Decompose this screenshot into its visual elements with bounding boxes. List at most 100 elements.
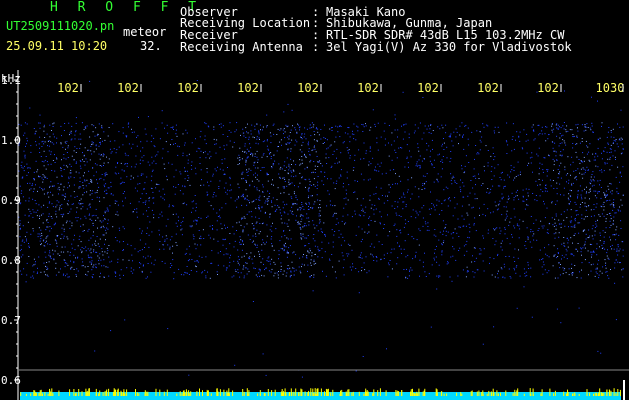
- y-tick-label: 0.6: [1, 374, 21, 387]
- noise-pixel: [414, 186, 416, 188]
- noise-pixel: [290, 175, 292, 177]
- noise-pixel: [200, 244, 202, 246]
- noise-pixel: [589, 143, 591, 145]
- noise-pixel: [422, 175, 424, 177]
- noise-pixel: [56, 242, 58, 244]
- noise-pixel: [503, 179, 505, 181]
- noise-pixel: [296, 132, 298, 134]
- noise-pixel: [237, 272, 239, 274]
- noise-pixel: [241, 204, 243, 206]
- x-tick-label: 102: [117, 81, 139, 95]
- noise-pixel: [122, 193, 124, 194]
- noise-pixel: [70, 267, 72, 269]
- noise-pixel: [80, 225, 82, 227]
- noise-pixel: [559, 133, 561, 134]
- noise-pixel: [200, 217, 202, 219]
- noise-pixel: [570, 226, 572, 228]
- noise-pixel: [516, 223, 518, 225]
- noise-pixel: [452, 255, 454, 257]
- noise-pixel: [239, 264, 240, 266]
- noise-pixel: [294, 185, 295, 187]
- noise-pixel: [592, 179, 594, 181]
- noise-pixel: [301, 214, 303, 216]
- noise-pixel: [447, 231, 449, 233]
- noise-pixel: [195, 138, 196, 140]
- noise-pixel: [307, 189, 309, 191]
- bottom-mark: [358, 391, 360, 396]
- noise-pixel: [233, 275, 235, 277]
- noise-pixel: [46, 220, 48, 222]
- noise-pixel: [198, 217, 200, 218]
- noise-pixel: [176, 135, 178, 137]
- noise-pixel: [92, 131, 94, 133]
- noise-pixel: [150, 141, 152, 143]
- noise-pixel: [352, 266, 354, 268]
- noise-pixel: [169, 246, 171, 248]
- bottom-mark: [423, 390, 425, 396]
- noise-pixel: [253, 200, 255, 202]
- noise-pixel: [440, 176, 442, 178]
- noise-pixel: [405, 277, 407, 279]
- noise-pixel: [169, 248, 171, 250]
- noise-pixel: [92, 167, 94, 169]
- noise-pixel: [309, 181, 311, 183]
- noise-pixel: [325, 275, 327, 277]
- noise-pixel: [554, 218, 556, 220]
- noise-pixel: [142, 265, 144, 267]
- noise-pixel: [250, 130, 252, 132]
- noise-pixel: [52, 206, 54, 208]
- noise-pixel: [86, 125, 88, 127]
- noise-pixel: [20, 165, 22, 166]
- bottom-mark: [491, 393, 493, 396]
- noise-pixel: [435, 256, 437, 258]
- noise-pixel: [243, 226, 245, 228]
- noise-pixel: [310, 159, 312, 161]
- noise-pixel: [547, 232, 549, 234]
- noise-pixel: [269, 213, 271, 215]
- noise-pixel: [597, 263, 599, 265]
- noise-pixel: [56, 245, 58, 247]
- noise-pixel: [111, 151, 113, 153]
- noise-pixel: [91, 257, 93, 259]
- noise-pixel: [558, 145, 560, 147]
- noise-pixel: [487, 165, 489, 167]
- noise-pixel: [475, 247, 476, 249]
- noise-pixel: [92, 277, 94, 279]
- noise-pixel: [349, 155, 351, 157]
- noise-pixel: [80, 138, 82, 140]
- noise-pixel: [288, 181, 290, 183]
- noise-pixel: [433, 204, 434, 206]
- noise-pixel: [110, 330, 112, 332]
- noise-pixel: [312, 238, 314, 240]
- noise-pixel: [240, 134, 241, 136]
- noise-pixel: [459, 226, 461, 228]
- noise-pixel: [97, 243, 99, 245]
- noise-pixel: [100, 154, 102, 156]
- noise-pixel: [361, 210, 363, 211]
- noise-pixel: [308, 203, 310, 205]
- noise-pixel: [332, 154, 334, 155]
- noise-pixel: [86, 161, 88, 163]
- noise-pixel: [497, 277, 499, 279]
- noise-pixel: [296, 203, 298, 205]
- noise-pixel: [514, 248, 516, 250]
- noise-pixel: [389, 260, 391, 261]
- noise-pixel: [233, 246, 235, 248]
- noise-pixel: [388, 262, 389, 264]
- noise-pixel: [279, 168, 281, 170]
- noise-pixel: [497, 204, 499, 206]
- noise-pixel: [601, 125, 602, 127]
- noise-pixel: [447, 187, 449, 189]
- noise-pixel: [579, 222, 581, 224]
- bottom-mark: [155, 388, 157, 396]
- noise-pixel: [262, 242, 264, 244]
- noise-pixel: [209, 225, 211, 227]
- noise-pixel: [107, 223, 109, 225]
- noise-pixel: [148, 197, 150, 199]
- noise-pixel: [301, 202, 303, 203]
- noise-pixel: [240, 195, 242, 197]
- noise-pixel: [493, 175, 495, 177]
- bottom-mark: [288, 392, 290, 396]
- bottom-mark: [216, 388, 218, 396]
- noise-pixel: [355, 370, 357, 372]
